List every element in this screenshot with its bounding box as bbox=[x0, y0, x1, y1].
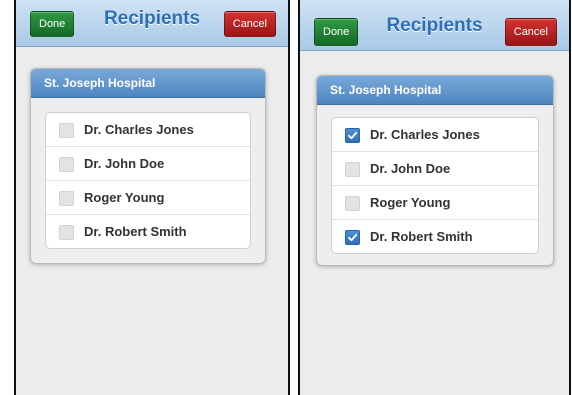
recipient-name: Dr. John Doe bbox=[84, 156, 165, 171]
recipient-name: Dr. John Doe bbox=[370, 161, 451, 176]
navigation-bar: Done Recipients Cancel bbox=[16, 0, 288, 47]
checkmark-icon bbox=[348, 233, 358, 242]
group-header: St. Joseph Hospital bbox=[31, 69, 265, 98]
recipient-row[interactable]: Dr. Robert Smith bbox=[332, 219, 538, 253]
cancel-button[interactable]: Cancel bbox=[504, 18, 557, 46]
recipient-name: Dr. Robert Smith bbox=[84, 224, 187, 239]
recipient-group: St. Joseph Hospital Dr. Charles Jones Dr… bbox=[316, 75, 554, 266]
checkmark-icon bbox=[348, 131, 358, 140]
checkbox[interactable] bbox=[345, 128, 360, 143]
recipient-row[interactable]: Dr. John Doe bbox=[46, 146, 250, 180]
recipient-name: Roger Young bbox=[370, 195, 451, 210]
recipient-name: Dr. Charles Jones bbox=[370, 127, 480, 142]
checkbox[interactable] bbox=[59, 157, 74, 172]
recipient-row[interactable]: Dr. John Doe bbox=[332, 151, 538, 185]
recipient-row[interactable]: Dr. Robert Smith bbox=[46, 214, 250, 248]
cancel-button[interactable]: Cancel bbox=[223, 11, 276, 37]
navigation-bar: Done Recipients Cancel bbox=[300, 0, 569, 51]
recipient-row[interactable]: Dr. Charles Jones bbox=[332, 118, 538, 151]
recipient-row[interactable]: Dr. Charles Jones bbox=[46, 113, 250, 146]
recipient-list: Dr. Charles Jones Dr. John Doe Roger You… bbox=[45, 112, 251, 249]
recipient-list: Dr. Charles Jones Dr. John Doe Roger You… bbox=[331, 117, 539, 254]
checkbox[interactable] bbox=[59, 123, 74, 138]
screen-unselected: Done Recipients Cancel St. Joseph Hospit… bbox=[14, 0, 290, 395]
recipient-name: Dr. Charles Jones bbox=[84, 122, 194, 137]
checkbox[interactable] bbox=[345, 196, 360, 211]
recipient-row[interactable]: Roger Young bbox=[46, 180, 250, 214]
checkbox[interactable] bbox=[345, 162, 360, 177]
recipient-group: St. Joseph Hospital Dr. Charles Jones Dr… bbox=[30, 68, 266, 264]
group-header: St. Joseph Hospital bbox=[317, 76, 553, 105]
recipient-name: Roger Young bbox=[84, 190, 165, 205]
checkbox[interactable] bbox=[59, 191, 74, 206]
checkbox[interactable] bbox=[59, 225, 74, 240]
screen-selected: Done Recipients Cancel St. Joseph Hospit… bbox=[298, 0, 571, 395]
checkbox[interactable] bbox=[345, 230, 360, 245]
screenshot-canvas: Done Recipients Cancel St. Joseph Hospit… bbox=[0, 0, 572, 395]
recipient-row[interactable]: Roger Young bbox=[332, 185, 538, 219]
recipient-name: Dr. Robert Smith bbox=[370, 229, 473, 244]
